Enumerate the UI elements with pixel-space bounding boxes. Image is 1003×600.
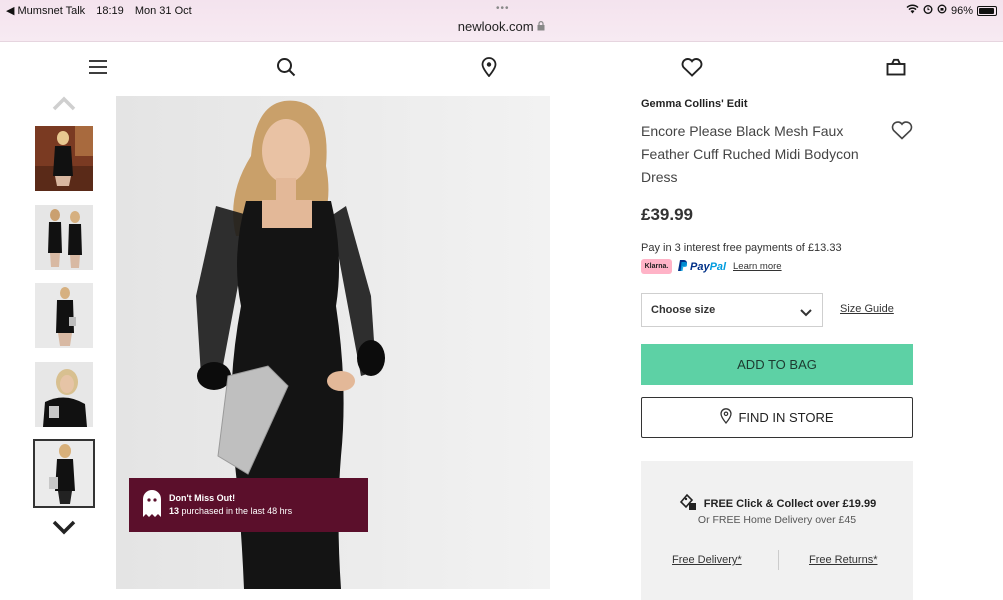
- learn-more-link[interactable]: Learn more: [733, 261, 782, 272]
- wishlist-icon[interactable]: [681, 56, 703, 78]
- status-time: 18:19: [96, 5, 124, 17]
- browser-status-bar: ◀ Mumsnet Talk 18:19 Mon 31 Oct ••• newl…: [0, 0, 1003, 42]
- product-title: Encore Please Black Mesh Faux Feather Cu…: [641, 123, 859, 185]
- battery-percent: 96%: [950, 4, 973, 17]
- paypal-text-a: Pay: [690, 261, 710, 273]
- store-locator-icon[interactable]: [478, 56, 500, 78]
- location-pin-icon: [720, 408, 733, 427]
- thumbnail-1[interactable]: [35, 126, 93, 191]
- alarm-icon: [923, 4, 933, 17]
- ghost-icon: [141, 489, 163, 524]
- battery-fill: [979, 7, 995, 14]
- thumbnail-2[interactable]: [35, 205, 93, 270]
- free-returns-link[interactable]: Free Returns*: [809, 554, 877, 566]
- find-in-store-label: FIND IN STORE: [738, 410, 834, 425]
- delivery-info-panel: FREE Click & Collect over £19.99 Or FREE…: [641, 461, 913, 600]
- bag-icon[interactable]: [885, 56, 907, 78]
- product-price: £39.99: [641, 205, 693, 224]
- thumbnails-up-arrow-icon[interactable]: [52, 95, 76, 113]
- free-delivery-link[interactable]: Free Delivery*: [672, 554, 742, 566]
- size-guide-link[interactable]: Size Guide: [840, 303, 894, 315]
- promo-subtitle: 13 purchased in the last 48 hrs: [169, 506, 292, 516]
- chevron-down-icon: [800, 304, 812, 322]
- size-select-label: Choose size: [651, 304, 716, 316]
- status-right: 96%: [906, 4, 997, 17]
- thumbnails-down-arrow-icon[interactable]: [52, 520, 76, 538]
- link-divider: [778, 550, 779, 570]
- add-to-bag-button[interactable]: ADD TO BAG: [641, 344, 913, 385]
- klarna-logo: Klarna.: [641, 259, 672, 274]
- thumbnail-3[interactable]: [35, 283, 93, 348]
- status-left: ◀ Mumsnet Talk 18:19 Mon 31 Oct: [6, 4, 200, 17]
- more-dots-icon[interactable]: •••: [496, 3, 510, 14]
- klarna-instalments-text: Pay in 3 interest free payments of £13.3…: [641, 242, 842, 254]
- paypal-p-icon: [678, 260, 688, 274]
- url-text: newlook.com: [457, 19, 534, 34]
- battery-icon: [977, 5, 997, 16]
- menu-icon[interactable]: [87, 56, 109, 78]
- address-bar[interactable]: newlook.com: [0, 19, 1003, 34]
- search-icon[interactable]: [275, 56, 297, 78]
- paypal-logo: PayPal: [678, 260, 726, 274]
- home-delivery-text: Or FREE Home Delivery over £45: [697, 514, 857, 526]
- promo-title: Don't Miss Out!: [169, 493, 236, 503]
- wifi-icon: [906, 4, 919, 17]
- click-collect-line: FREE Click & Collect over £19.99: [641, 493, 913, 514]
- find-in-store-button[interactable]: FIND IN STORE: [641, 397, 913, 438]
- click-collect-text: FREE Click & Collect over £19.99: [703, 497, 877, 510]
- size-select[interactable]: Choose size: [641, 293, 823, 327]
- promo-count: 13: [169, 506, 180, 516]
- add-to-wishlist-heart-icon[interactable]: [891, 121, 913, 145]
- product-brand: Gemma Collins' Edit: [641, 98, 748, 110]
- click-and-collect-icon: [678, 493, 698, 514]
- thumbnail-4[interactable]: [35, 362, 93, 427]
- back-to-app-link[interactable]: ◀ Mumsnet Talk: [6, 5, 85, 17]
- paypal-text-b: Pal: [709, 261, 727, 273]
- status-date: Mon 31 Oct: [134, 5, 192, 17]
- dont-miss-out-banner: Don't Miss Out! 13 purchased in the last…: [129, 478, 368, 532]
- thumbnail-5-selected[interactable]: [33, 439, 95, 508]
- lock-icon: [537, 21, 545, 34]
- promo-text: purchased in the last 48 hrs: [179, 506, 293, 516]
- orientation-lock-icon: [937, 4, 947, 17]
